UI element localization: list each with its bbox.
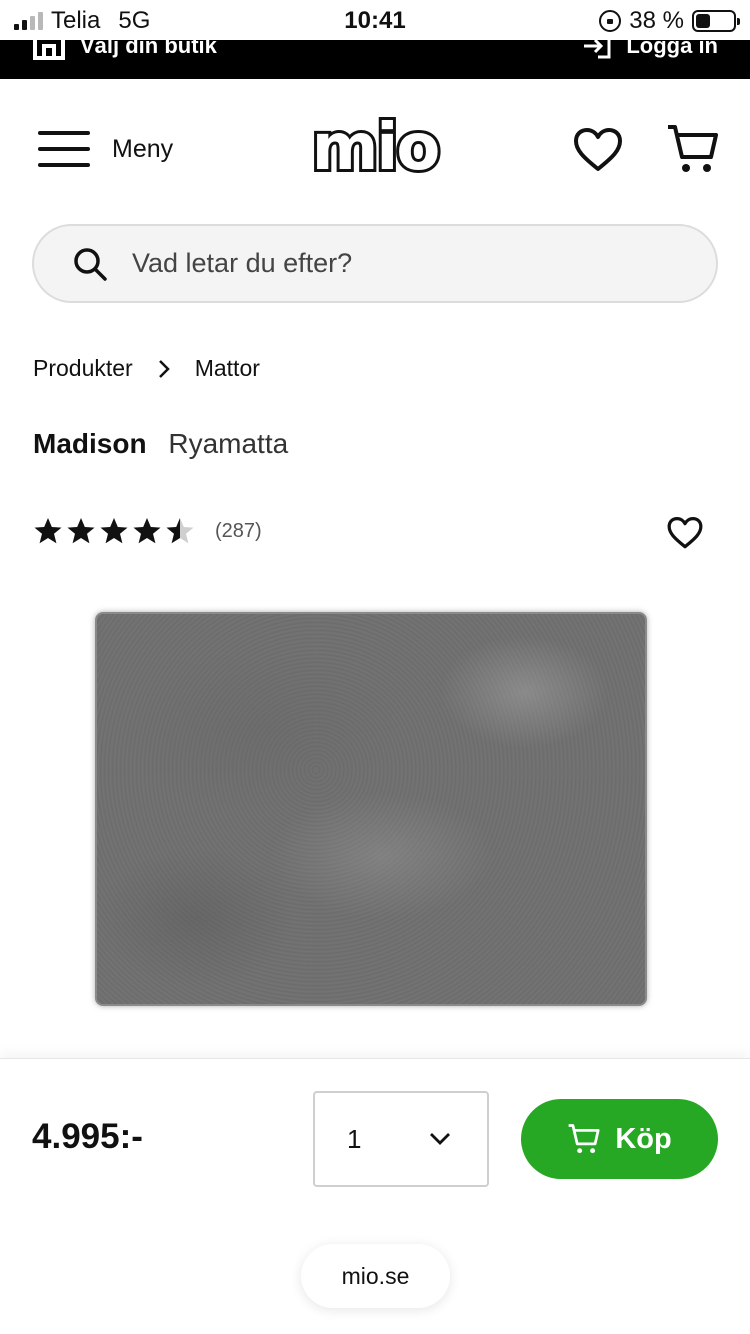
quantity-value: 1 xyxy=(347,1123,362,1154)
status-right: 38 % xyxy=(599,7,740,35)
cart-icon xyxy=(568,1124,600,1154)
quantity-select[interactable]: 1 xyxy=(313,1091,489,1187)
breadcrumb: Produkter Mattor xyxy=(33,355,260,382)
orientation-lock-icon xyxy=(599,10,622,32)
hamburger-icon xyxy=(38,131,90,167)
buy-label: Köp xyxy=(615,1122,672,1155)
logo-mark: mio xyxy=(309,108,444,188)
product-title: Madison Ryamatta xyxy=(33,428,288,460)
browser-url: mio.se xyxy=(341,1262,410,1289)
cart-icon xyxy=(668,125,718,172)
choose-store-link[interactable]: Välj din butik xyxy=(32,40,217,60)
site-header: Meny mio xyxy=(0,79,750,224)
browser-url-pill[interactable]: mio.se xyxy=(301,1244,450,1308)
chevron-right-icon xyxy=(157,358,171,380)
favorites-button[interactable] xyxy=(573,127,623,178)
product-type: Ryamatta xyxy=(168,428,289,459)
product-image-rug[interactable] xyxy=(97,614,645,1004)
battery-icon xyxy=(692,10,740,32)
review-count: (287) xyxy=(215,519,262,542)
star-icon xyxy=(34,518,62,544)
heart-icon xyxy=(574,128,622,171)
buy-button[interactable]: Köp xyxy=(521,1099,718,1179)
top-strip: Välj din butik Logga in xyxy=(0,40,750,79)
chevron-down-icon xyxy=(430,1133,450,1145)
login-link[interactable]: Logga in xyxy=(582,40,718,60)
star-icon xyxy=(67,518,95,544)
product-brand: Madison xyxy=(33,428,147,459)
status-bar: Telia 5G 10:41 38 % xyxy=(0,0,750,40)
add-to-wishlist-button[interactable] xyxy=(667,516,703,555)
breadcrumb-item-products[interactable]: Produkter xyxy=(33,355,133,382)
search-bar[interactable] xyxy=(32,224,718,303)
star-icon xyxy=(133,518,161,544)
choose-store-label: Välj din butik xyxy=(80,40,217,58)
mio-logo[interactable]: mio xyxy=(303,108,447,188)
star-icon xyxy=(166,518,194,544)
menu-button[interactable]: Meny xyxy=(38,131,173,167)
breadcrumb-item-rugs[interactable]: Mattor xyxy=(195,355,260,382)
battery-percent: 38 % xyxy=(629,7,684,34)
star-icon xyxy=(100,518,128,544)
logo-text: mio xyxy=(312,117,439,183)
login-label: Logga in xyxy=(626,40,718,58)
battery-fill xyxy=(696,14,710,28)
login-icon xyxy=(584,40,611,59)
heart-outline-icon xyxy=(667,516,703,549)
search-icon xyxy=(74,247,107,281)
menu-label: Meny xyxy=(112,134,174,163)
buy-bar: 4.995:- 1 Köp mio.se xyxy=(0,1058,750,1334)
rating-stars xyxy=(33,516,195,546)
store-icon xyxy=(33,40,65,60)
product-price: 4.995:- xyxy=(32,1117,143,1156)
cart-button[interactable] xyxy=(666,123,720,180)
product-rating[interactable]: (287) xyxy=(33,516,262,546)
search-input[interactable] xyxy=(132,248,692,279)
